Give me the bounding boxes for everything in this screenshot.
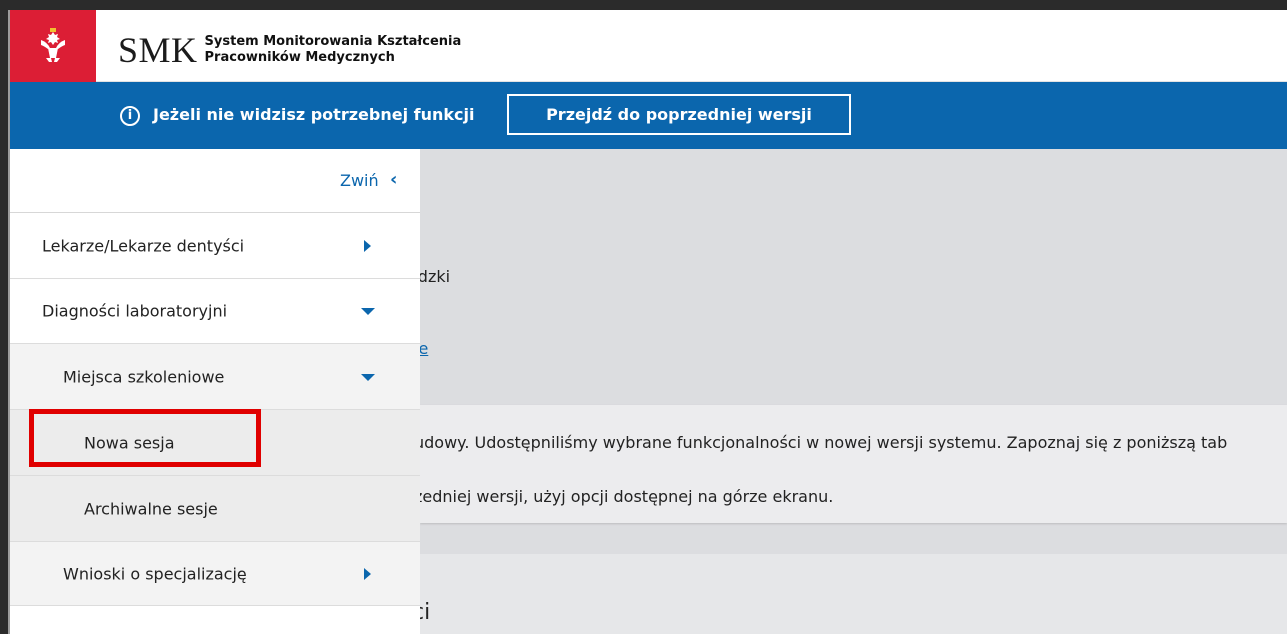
info-circle-icon: i — [120, 106, 140, 126]
caret-down-icon — [361, 373, 375, 381]
polish-eagle-emblem — [10, 10, 96, 82]
main-content: ódzki je udowy. Udostępniliśmy wybrane f… — [420, 149, 1287, 634]
caret-right-icon — [364, 239, 371, 252]
brand-full-name: System Monitorowania Kształcenia Pracown… — [205, 34, 462, 66]
window-left-border — [0, 0, 10, 634]
notice-line-1: udowy. Udostępniliśmy wybrane funkcjonal… — [420, 433, 1228, 452]
sidebar-item-diagnosci[interactable]: Diagności laboratoryjni — [10, 279, 420, 344]
collapse-label: Zwiń — [340, 171, 379, 190]
sidebar-item-label: Lekarze/Lekarze dentyści — [42, 236, 245, 255]
app-header: SMK System Monitorowania Kształcenia Pra… — [10, 10, 1287, 82]
sidebar-collapse-button[interactable]: Zwiń ‹ — [10, 149, 420, 213]
content-link[interactable]: je — [420, 339, 428, 358]
sidebar-menu: Zwiń ‹ Lekarze/Lekarze dentyści Diagnośc… — [10, 149, 420, 634]
caret-down-icon — [361, 308, 375, 315]
info-banner-text: Jeżeli nie widzisz potrzebnej funkcji — [153, 105, 475, 124]
previous-version-button[interactable]: Przejdź do poprzedniej wersji — [507, 94, 851, 135]
brand-abbreviation: SMK — [118, 30, 198, 70]
sidebar-item-wnioski[interactable]: Wnioski o specjalizację — [10, 542, 420, 606]
brand-name-line2: Pracowników Medycznych — [204, 50, 395, 65]
eagle-icon — [41, 28, 65, 62]
window-top-bar — [0, 0, 1287, 10]
content-text-fragment: ódzki — [420, 267, 451, 286]
sidebar-item-miejsca-szkoleniowe[interactable]: Miejsca szkoleniowe — [10, 344, 420, 410]
brand-name-line1: System Monitorowania Kształcenia — [204, 34, 462, 49]
info-banner: i Jeżeli nie widzisz potrzebnej funkcji … — [10, 82, 1287, 149]
sidebar-item-next[interactable] — [10, 606, 420, 634]
sidebar-item-label: Diagności laboratoryjni — [42, 301, 228, 321]
caret-right-icon — [364, 567, 371, 580]
section-card: ci — [420, 554, 1287, 634]
sidebar-item-lekarze[interactable]: Lekarze/Lekarze dentyści — [10, 213, 420, 279]
section-heading: ci — [420, 600, 431, 625]
highlight-annotation — [29, 409, 261, 467]
chevron-left-icon: ‹ — [390, 169, 398, 190]
notice-line-2: zedniej wersji, użyj opcji dostępnej na … — [420, 487, 834, 506]
sidebar-item-label: Miejsca szkoleniowe — [63, 367, 225, 386]
app-brand[interactable]: SMK System Monitorowania Kształcenia Pra… — [118, 32, 461, 68]
window-left-border-line — [8, 10, 10, 634]
sidebar-item-label: Archiwalne sesje — [84, 499, 218, 518]
sidebar-item-archiwalne-sesje[interactable]: Archiwalne sesje — [10, 476, 420, 542]
notice-card: udowy. Udostępniliśmy wybrane funkcjonal… — [420, 405, 1287, 523]
sidebar-item-label: Wnioski o specjalizację — [63, 564, 247, 583]
